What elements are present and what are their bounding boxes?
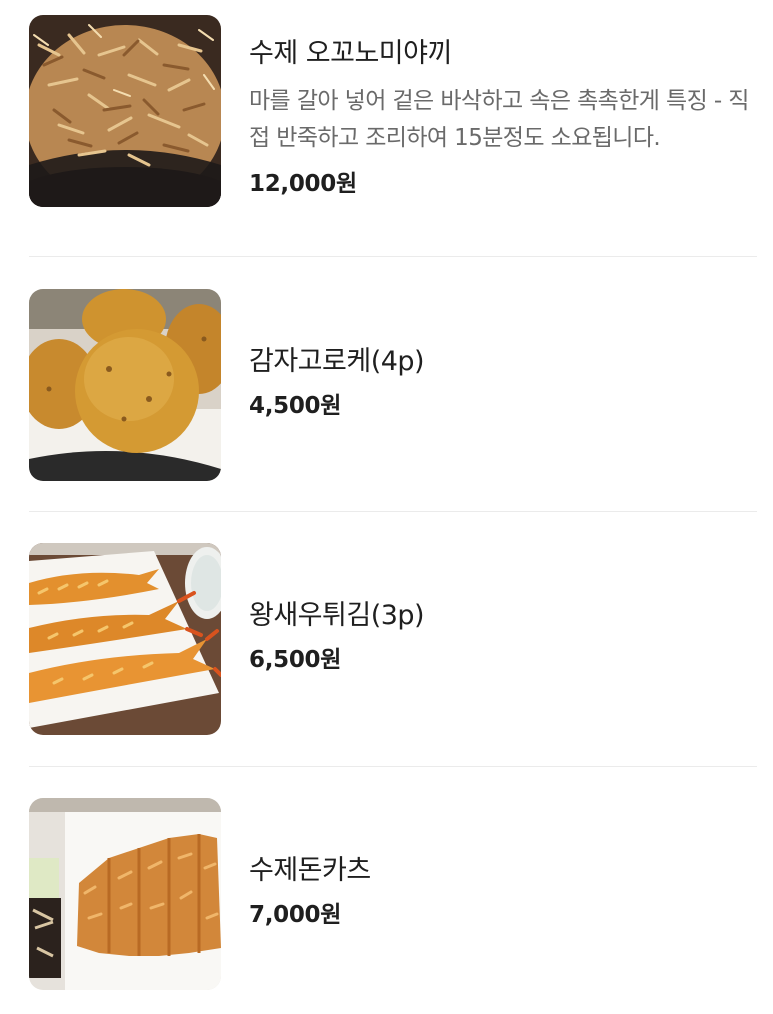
menu-item-price: 4,500원 xyxy=(249,393,342,419)
menu-item-name: 수제 오꼬노미야끼 xyxy=(249,38,452,69)
okonomiyaki-photo xyxy=(29,15,221,207)
menu-item-pork-cutlet[interactable]: 수제돈카츠 7,000원 xyxy=(29,798,757,990)
menu-item-price: 7,000원 xyxy=(249,902,342,928)
divider xyxy=(29,766,757,767)
potato-croquette-photo xyxy=(29,289,221,481)
menu-item-croquette[interactable]: 감자고로케(4p) 4,500원 xyxy=(29,289,757,481)
menu-item-fried-shrimp[interactable]: 왕새우튀김(3p) 6,500원 xyxy=(29,543,757,735)
pork-cutlet-photo xyxy=(29,798,221,990)
menu-item-price: 6,500원 xyxy=(249,647,342,673)
menu-item-info: 왕새우튀김(3p) 6,500원 xyxy=(249,599,757,675)
fried-shrimp-photo xyxy=(29,543,221,735)
menu-item-price: 12,000원 xyxy=(249,171,357,197)
menu-item-name: 왕새우튀김(3p) xyxy=(249,600,425,631)
menu-item-description: 마를 갈아 넣어 겉은 바삭하고 속은 촉촉한게 특징 - 직접 반죽하고 조리… xyxy=(249,88,749,151)
divider xyxy=(29,511,757,512)
menu-item-okonomiyaki[interactable]: 수제 오꼬노미야끼 마를 갈아 넣어 겉은 바삭하고 속은 촉촉한게 특징 - … xyxy=(29,15,757,207)
menu-item-info: 감자고로케(4p) 4,500원 xyxy=(249,345,757,421)
menu-item-name: 수제돈카츠 xyxy=(249,855,371,886)
menu-item-info: 수제돈카츠 7,000원 xyxy=(249,854,757,930)
divider xyxy=(29,256,757,257)
menu-item-name: 감자고로케(4p) xyxy=(249,346,425,377)
menu-item-info: 수제 오꼬노미야끼 마를 갈아 넣어 겉은 바삭하고 속은 촉촉한게 특징 - … xyxy=(249,37,757,199)
